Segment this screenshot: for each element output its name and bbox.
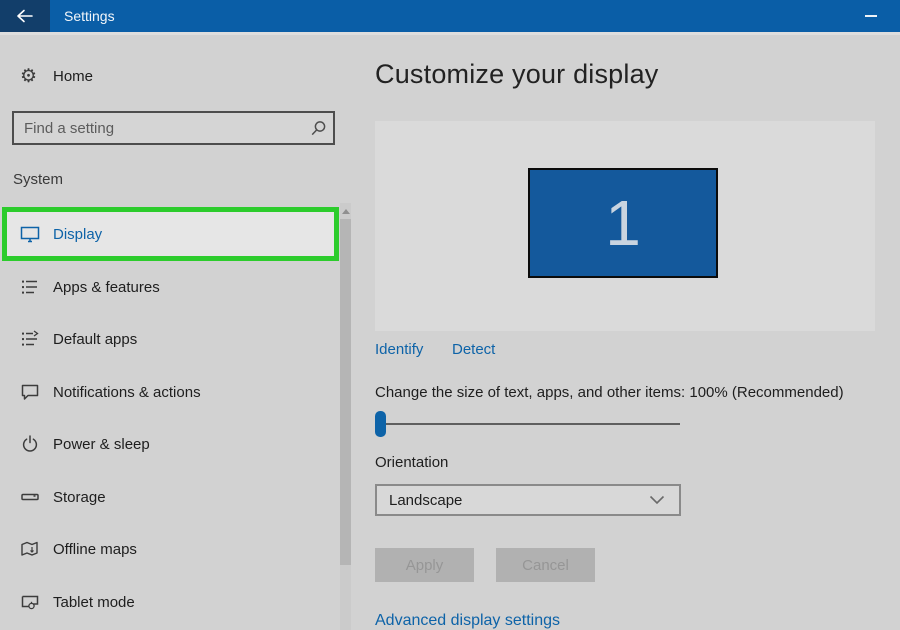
default-apps-icon <box>20 330 42 348</box>
chevron-down-icon <box>649 495 665 505</box>
sidebar-item-offline-maps[interactable]: Offline maps <box>0 523 335 575</box>
titlebar: Settings <box>0 0 900 32</box>
scale-text-label: Change the size of text, apps, and other… <box>375 384 844 401</box>
offline-maps-icon <box>20 540 42 558</box>
sidebar-item-default-apps[interactable]: Default apps <box>0 313 335 365</box>
slider-track[interactable] <box>378 423 680 425</box>
search-box <box>12 111 335 145</box>
power-icon <box>20 435 42 453</box>
display-preview-panel: 1 <box>375 121 875 331</box>
sidebar: ⚙ Home System <box>0 35 360 630</box>
sidebar-item-label: Tablet mode <box>53 593 135 611</box>
minimize-icon <box>865 15 877 17</box>
slider-thumb[interactable] <box>375 411 386 437</box>
identify-link[interactable]: Identify <box>375 341 423 358</box>
advanced-display-settings-link[interactable]: Advanced display settings <box>375 612 560 630</box>
sidebar-item-label: Apps & features <box>53 278 160 296</box>
sidebar-item-label: Display <box>53 225 103 243</box>
sidebar-item-apps-features[interactable]: Apps & features <box>0 261 335 313</box>
storage-icon <box>20 488 42 506</box>
search-input[interactable] <box>14 119 303 137</box>
tablet-icon <box>20 593 42 611</box>
minimize-button[interactable] <box>846 0 896 32</box>
search-icon[interactable] <box>303 120 333 137</box>
back-arrow-icon <box>16 9 34 23</box>
app-body: ⚙ Home System <box>0 32 900 630</box>
monitor-number-label: 1 <box>605 187 641 259</box>
notifications-icon <box>20 383 42 401</box>
sidebar-item-tablet-mode[interactable]: Tablet mode <box>0 576 335 628</box>
window-title: Settings <box>64 8 115 24</box>
orientation-dropdown[interactable]: Landscape <box>375 484 681 516</box>
sidebar-item-label: Offline maps <box>53 540 137 558</box>
monitor-preview-1[interactable]: 1 <box>528 168 718 278</box>
sidebar-item-label: Storage <box>53 488 106 506</box>
apps-list-icon <box>20 278 42 296</box>
home-label: Home <box>53 67 94 85</box>
scroll-up-icon[interactable] <box>340 205 351 217</box>
detect-link[interactable]: Detect <box>452 341 495 358</box>
cancel-button[interactable]: Cancel <box>496 548 595 582</box>
page-title: Customize your display <box>375 59 659 89</box>
sidebar-item-label: Default apps <box>53 330 138 348</box>
sidebar-item-power-sleep[interactable]: Power & sleep <box>0 418 335 470</box>
section-header-system: System <box>13 171 64 188</box>
sidebar-item-display[interactable]: Display <box>7 212 334 256</box>
settings-window: Settings ⚙ Home System <box>0 0 900 630</box>
sidebar-item-storage[interactable]: Storage <box>0 471 335 523</box>
sidebar-item-home[interactable]: ⚙ Home <box>0 56 335 96</box>
sidebar-item-label: Power & sleep <box>53 435 150 453</box>
apply-button[interactable]: Apply <box>375 548 474 582</box>
sidebar-scrollbar[interactable] <box>340 203 351 630</box>
sidebar-item-label: Notifications & actions <box>53 383 201 401</box>
gear-icon: ⚙ <box>20 65 38 87</box>
orientation-label: Orientation <box>375 454 449 471</box>
scrollbar-thumb[interactable] <box>340 219 351 565</box>
back-button[interactable] <box>0 0 50 32</box>
monitor-icon <box>20 225 42 243</box>
main-content: Customize your display 1 Identify Detect… <box>360 35 900 630</box>
sidebar-item-notifications[interactable]: Notifications & actions <box>0 366 335 418</box>
scaling-slider[interactable] <box>375 411 681 437</box>
orientation-selected-value: Landscape <box>389 491 463 509</box>
